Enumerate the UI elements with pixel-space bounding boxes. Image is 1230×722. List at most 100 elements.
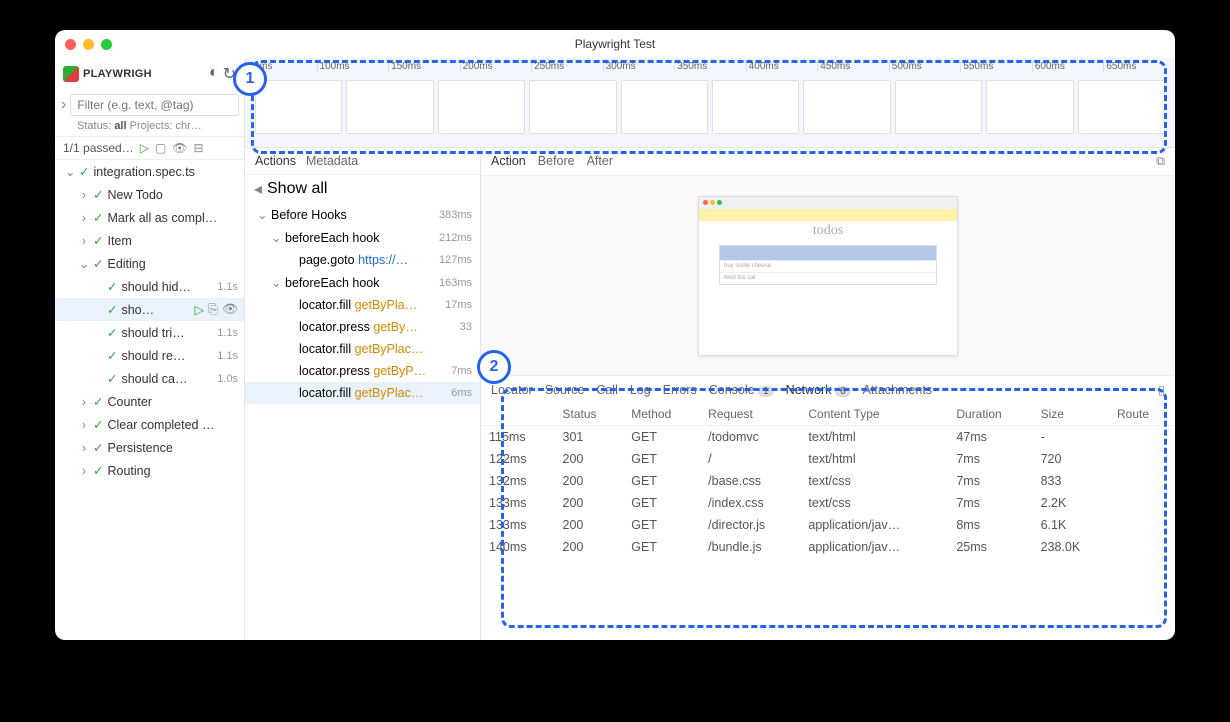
tab-errors[interactable]: Errors [663, 383, 697, 397]
tab-log[interactable]: Log [630, 383, 651, 397]
minimize-icon[interactable] [83, 39, 94, 50]
chevron-icon[interactable]: ⌄ [79, 256, 89, 271]
th-ctype[interactable]: Content Type [800, 403, 948, 426]
tree-row[interactable]: ›✓Item [55, 229, 244, 252]
action-row[interactable]: locator.fill getByPlac… [245, 338, 480, 360]
chevron-icon[interactable]: ⌄ [271, 230, 281, 245]
th-route[interactable]: Route [1109, 403, 1175, 426]
net-start: 132ms [481, 470, 555, 492]
action-arg: https://… [358, 253, 408, 267]
tree-row[interactable]: ⌄✓Editing [55, 252, 244, 275]
tab-after[interactable]: After [587, 154, 613, 169]
traffic-lights [65, 39, 112, 50]
tab-before[interactable]: Before [538, 154, 575, 169]
tab-attachments[interactable]: Attachments [863, 383, 932, 397]
action-row[interactable]: ⌄ beforeEach hook 163ms [245, 271, 480, 294]
details-tabs: Locator Source Call Log Errors Console 1… [481, 376, 1175, 403]
action-time: 163ms [439, 277, 472, 289]
tab-action[interactable]: Action [491, 154, 526, 169]
th-request[interactable]: Request [700, 403, 800, 426]
check-icon: ✓ [93, 256, 103, 271]
tree-row[interactable]: ›✓New Todo [55, 183, 244, 206]
tab-locator[interactable]: Locator [491, 383, 533, 397]
chevron-icon[interactable]: › [79, 188, 89, 202]
tree-row[interactable]: ›✓Mark all as compl… [55, 206, 244, 229]
net-size: - [1033, 426, 1109, 449]
th-status[interactable]: Status [555, 403, 624, 426]
net-method: GET [623, 514, 700, 536]
action-row[interactable]: ⌄Before Hooks 383ms [245, 203, 480, 226]
net-start: 133ms [481, 514, 555, 536]
brand-row: PLAYWRIGH ◐ ↻ [55, 58, 244, 90]
trace-icon[interactable]: ⎘ [208, 302, 218, 317]
network-row[interactable]: 140ms200GET/bundle.jsapplication/jav…25m… [481, 536, 1175, 558]
tab-console[interactable]: Console 1 [709, 383, 774, 397]
chevron-icon[interactable]: › [79, 395, 89, 409]
play-icon[interactable]: ▷ [194, 302, 204, 317]
filter-input[interactable] [70, 94, 239, 116]
tab-network[interactable]: Network 6 [786, 383, 851, 397]
action-row[interactable]: ⌄beforeEach hook 212ms [245, 226, 480, 249]
network-row[interactable]: 115ms301GET/todomvctext/html47ms- [481, 426, 1175, 449]
theme-toggle-icon[interactable]: ◐ [209, 64, 219, 84]
chevron-icon[interactable]: ⌄ [65, 164, 75, 179]
watch-icon[interactable]: 👁 [172, 141, 187, 155]
chevron-icon[interactable]: › [79, 464, 89, 478]
network-row[interactable]: 122ms200GET/text/html7ms720 [481, 448, 1175, 470]
net-method: GET [623, 470, 700, 492]
tree-row[interactable]: ✓sho…▷⎘👁 [55, 298, 244, 321]
th-method[interactable]: Method [623, 403, 700, 426]
action-label: beforeEach hook [285, 276, 435, 290]
net-start: 140ms [481, 536, 555, 558]
action-row[interactable]: locator.press getBy…33 [245, 316, 480, 338]
chevron-icon[interactable]: ⌄ [257, 207, 267, 222]
timeline-tick: 500ms [889, 61, 961, 72]
action-time: 6ms [451, 387, 472, 399]
tab-actions[interactable]: Actions [255, 154, 296, 168]
net-duration: 47ms [948, 426, 1032, 449]
network-row[interactable]: 132ms200GET/base.csstext/css7ms833 [481, 470, 1175, 492]
timeline[interactable]: 50ms100ms150ms200ms250ms300ms350ms400ms4… [245, 58, 1175, 148]
chevron-icon[interactable]: › [79, 418, 89, 432]
action-row[interactable]: locator.fill getByPlac…6ms [245, 382, 480, 404]
tree-row[interactable]: ✓should re…1.1s [55, 344, 244, 367]
tree-row[interactable]: ✓should ca…1.0s [55, 367, 244, 390]
app-window: Playwright Test PLAYWRIGH ◐ ↻ › Status: … [55, 30, 1175, 640]
action-row[interactable]: locator.press getByP…7ms [245, 360, 480, 382]
play-icon[interactable]: ▷ [140, 141, 149, 155]
tree-row[interactable]: ⌄✓integration.spec.ts [55, 160, 244, 183]
collapse-icon[interactable]: ⊟ [194, 141, 204, 155]
tab-metadata[interactable]: Metadata [306, 154, 358, 168]
close-icon[interactable] [65, 39, 76, 50]
timeline-tick: 650ms [1103, 61, 1175, 72]
action-row[interactable]: page.goto https://…127ms [245, 249, 480, 271]
tab-source[interactable]: Source [545, 383, 585, 397]
th-size[interactable]: Size [1033, 403, 1109, 426]
side-panel-icon[interactable]: ▯ [1158, 382, 1165, 397]
net-method: GET [623, 536, 700, 558]
tree-row[interactable]: ›✓Clear completed … [55, 413, 244, 436]
tree-row[interactable]: ✓should hid…1.1s [55, 275, 244, 298]
chevron-icon[interactable]: › [79, 211, 89, 225]
chevron-icon[interactable]: ⌄ [271, 275, 281, 290]
chevron-icon[interactable]: › [79, 441, 89, 455]
zoom-icon[interactable] [101, 39, 112, 50]
th-duration[interactable]: Duration [948, 403, 1032, 426]
watch-icon[interactable]: 👁 [222, 302, 238, 317]
network-row[interactable]: 133ms200GET/index.csstext/css7ms2.2K [481, 492, 1175, 514]
tree-row[interactable]: ›✓Persistence [55, 436, 244, 459]
popout-icon[interactable]: ⧉ [1156, 154, 1165, 169]
filter-chevron-icon[interactable]: › [61, 96, 66, 114]
tab-call[interactable]: Call [596, 383, 618, 397]
stop-icon[interactable]: ▢ [155, 141, 166, 155]
chevron-icon[interactable]: › [79, 234, 89, 248]
th-start[interactable] [481, 403, 555, 426]
tree-row[interactable]: ›✓Routing [55, 459, 244, 482]
tree-row[interactable]: ›✓Counter [55, 390, 244, 413]
show-all-row[interactable]: ◂ Show all [245, 175, 480, 203]
tree-row[interactable]: ✓should tri…1.1s [55, 321, 244, 344]
network-row[interactable]: 133ms200GET/director.jsapplication/jav…8… [481, 514, 1175, 536]
status-row: Status: all Projects: chr… [55, 120, 244, 136]
action-row[interactable]: locator.fill getByPla…17ms [245, 294, 480, 316]
net-start: 122ms [481, 448, 555, 470]
